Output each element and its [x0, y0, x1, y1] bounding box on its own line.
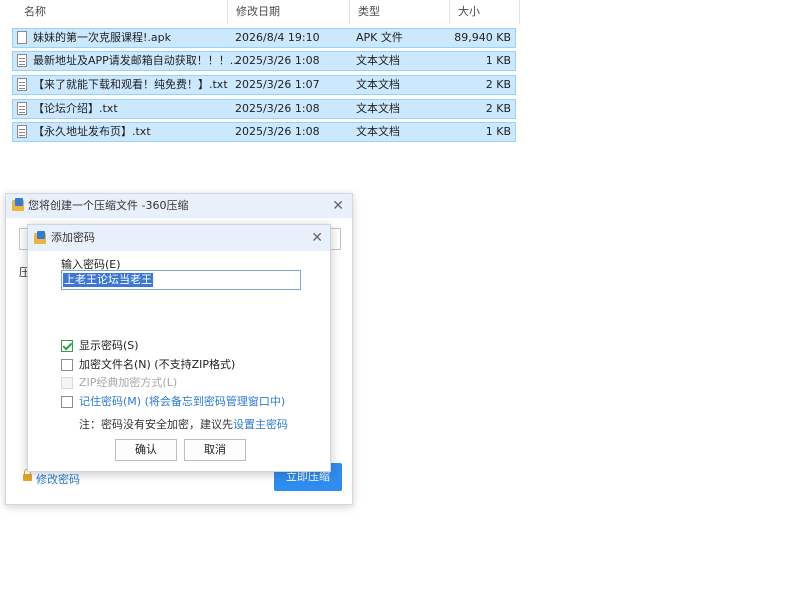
set-master-password-link[interactable]: 设置主密码 — [233, 418, 288, 431]
file-size: 1 KB — [485, 54, 511, 67]
file-row[interactable]: 最新地址及APP请发邮箱自动获取！！！.... 2025/3/26 1:08 文… — [12, 51, 516, 71]
encrypt-filenames-label: 加密文件名(N) (不支持ZIP格式) — [79, 358, 236, 371]
ok-button[interactable]: 确认 — [115, 439, 177, 461]
file-explorer-list: ^ 名称 修改日期 类型 大小 妹妹的第一次克服课程!.apk 2026/8/4… — [0, 0, 520, 150]
encrypt-filenames-checkbox[interactable] — [61, 359, 73, 371]
file-date: 2025/3/26 1:08 — [235, 102, 320, 115]
add-password-dialog: 添加密码 ✕ 输入密码(E) 上老王论坛当老王 显示密码(S) 加密文件名(N)… — [27, 224, 331, 472]
file-icon — [17, 31, 27, 44]
remember-password-checkbox[interactable] — [61, 396, 73, 408]
file-date: 2025/3/26 1:08 — [235, 54, 320, 67]
file-row[interactable]: 【来了就能下载和观看！纯免费！】.txt 2025/3/26 1:07 文本文档… — [12, 75, 516, 95]
text-file-icon — [17, 54, 27, 67]
file-size: 1 KB — [485, 125, 511, 138]
column-header-type[interactable]: 类型 — [350, 0, 450, 24]
zip-classic-label: ZIP经典加密方式(L) — [79, 376, 178, 389]
security-note-text: 注：密码没有安全加密，建议先 — [79, 418, 233, 431]
file-size: 89,940 KB — [454, 31, 511, 44]
window-titlebar[interactable]: 您将创建一个压缩文件 -360压缩 ✕ — [6, 194, 352, 218]
text-file-icon — [17, 78, 27, 91]
security-note: 注：密码没有安全加密，建议先设置主密码 — [79, 416, 288, 432]
file-size: 2 KB — [485, 78, 511, 91]
zip-classic-checkbox — [61, 377, 73, 389]
column-header-name[interactable]: 名称 — [16, 0, 228, 24]
show-password-label: 显示密码(S) — [79, 339, 139, 352]
remember-password-label: 记住密码(M) (将会备忘到密码管理窗口中) — [79, 395, 286, 408]
file-row[interactable]: 【永久地址发布页】.txt 2025/3/26 1:08 文本文档 1 KB — [12, 122, 516, 142]
file-name: 妹妹的第一次克服课程!.apk — [33, 31, 171, 44]
lock-icon — [23, 469, 32, 481]
file-name: 【论坛介绍】.txt — [33, 102, 118, 115]
show-password-option[interactable]: 显示密码(S) — [61, 339, 139, 355]
cancel-button[interactable]: 取消 — [184, 439, 246, 461]
file-name: 【来了就能下载和观看！纯免费！】.txt — [33, 78, 228, 91]
file-date: 2025/3/26 1:08 — [235, 125, 320, 138]
window-title: 您将创建一个压缩文件 -360压缩 — [28, 199, 189, 212]
close-icon[interactable]: ✕ — [311, 231, 323, 245]
remember-password-option[interactable]: 记住密码(M) (将会备忘到密码管理窗口中) — [61, 395, 285, 411]
column-header-size[interactable]: 大小 — [450, 0, 520, 24]
360-zip-app-icon — [12, 198, 24, 211]
dialog-titlebar[interactable]: 添加密码 ✕ — [28, 225, 330, 251]
file-size: 2 KB — [485, 102, 511, 115]
column-header-row: ^ 名称 修改日期 类型 大小 — [0, 0, 520, 24]
text-file-icon — [17, 102, 27, 115]
file-date: 2026/8/4 19:10 — [235, 31, 320, 44]
password-value: 上老王论坛当老王 — [63, 273, 153, 287]
file-row[interactable]: 妹妹的第一次克服课程!.apk 2026/8/4 19:10 APK 文件 89… — [12, 28, 516, 48]
column-header-date[interactable]: 修改日期 — [228, 0, 350, 24]
password-input[interactable]: 上老王论坛当老王 — [61, 270, 301, 290]
text-file-icon — [17, 125, 27, 138]
close-icon[interactable]: ✕ — [332, 199, 344, 213]
file-row[interactable]: 【论坛介绍】.txt 2025/3/26 1:08 文本文档 2 KB — [12, 99, 516, 119]
file-name: 最新地址及APP请发邮箱自动获取！！！.... — [33, 54, 239, 67]
file-name: 【永久地址发布页】.txt — [33, 125, 151, 138]
modify-password-link[interactable]: 修改密码 — [36, 471, 80, 487]
encrypt-filenames-option[interactable]: 加密文件名(N) (不支持ZIP格式) — [61, 358, 235, 374]
dialog-title: 添加密码 — [51, 231, 95, 244]
file-date: 2025/3/26 1:07 — [235, 78, 320, 91]
show-password-checkbox[interactable] — [61, 340, 73, 352]
zip-classic-option: ZIP经典加密方式(L) — [61, 376, 177, 392]
360-zip-app-icon — [34, 231, 46, 244]
